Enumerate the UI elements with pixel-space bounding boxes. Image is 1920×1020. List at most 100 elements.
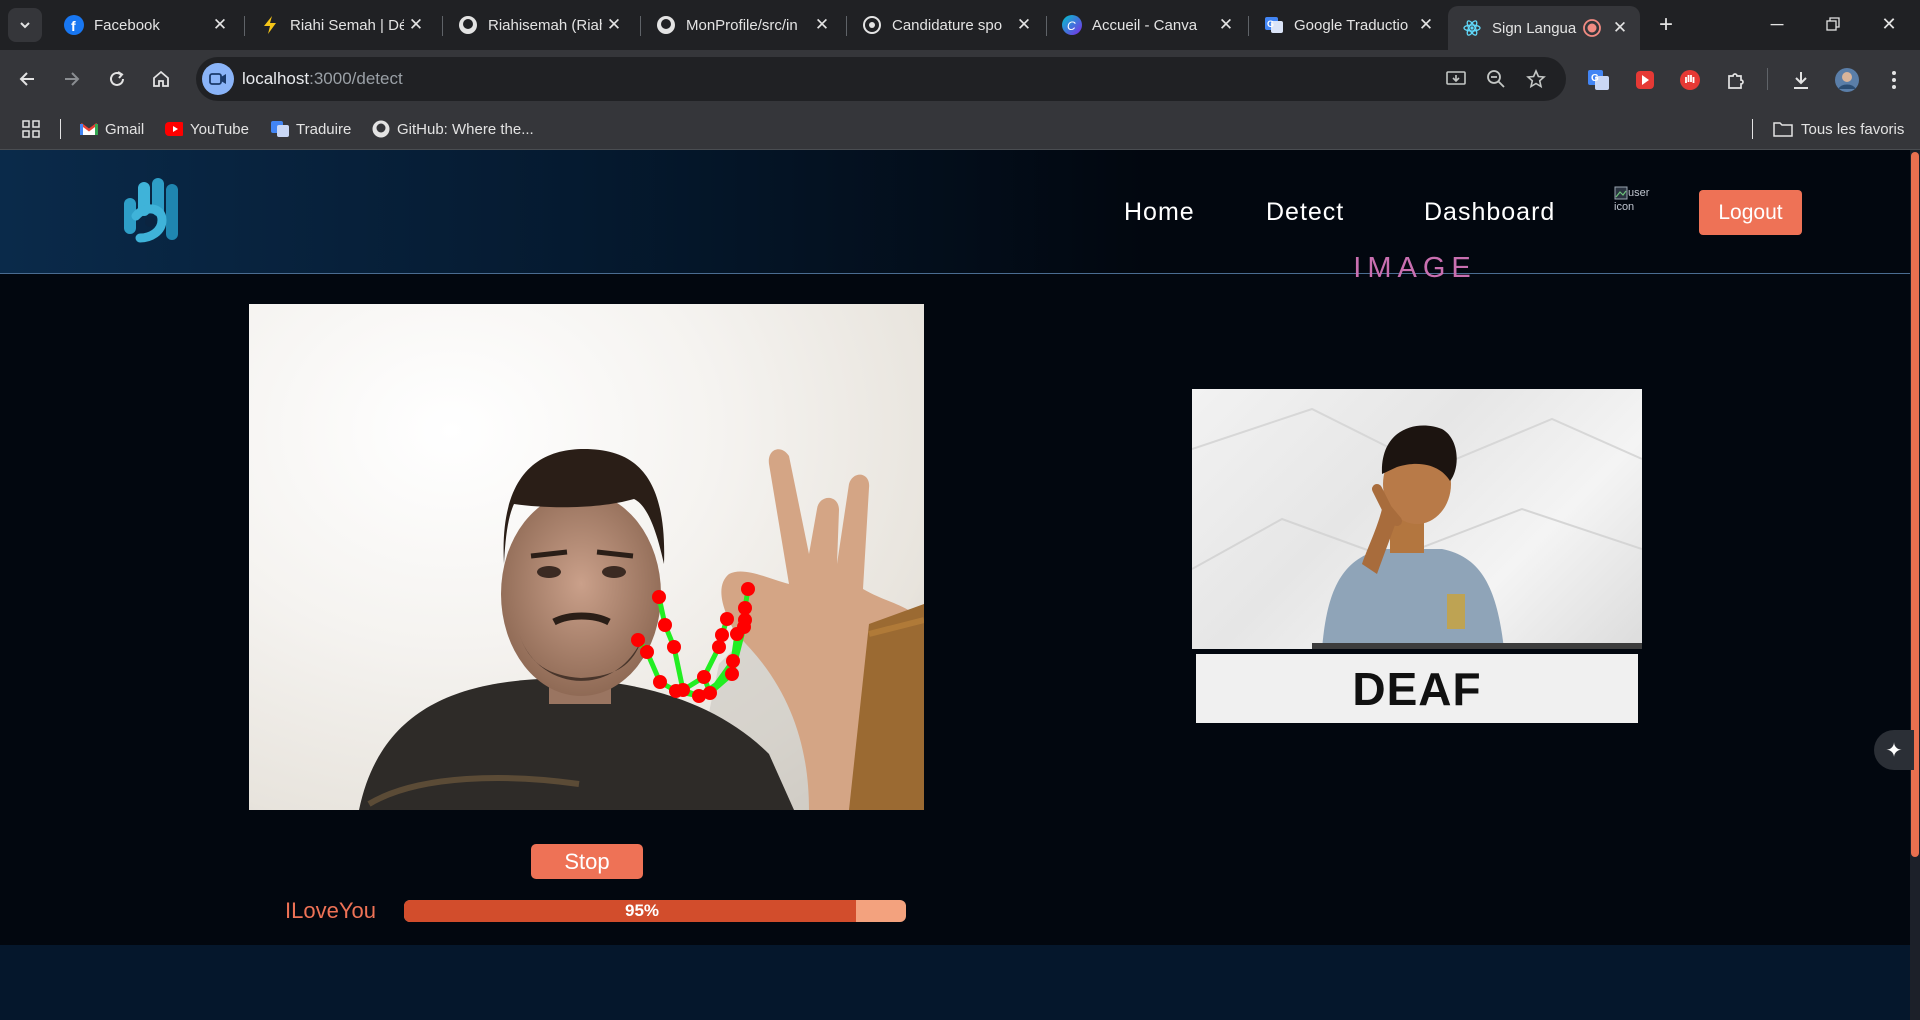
tab-candidature[interactable]: Candidature spo ✕ (848, 6, 1044, 44)
all-bookmarks-label: Tous les favoris (1801, 120, 1905, 138)
tab-google-translate[interactable]: G Google Traductio ✕ (1250, 6, 1446, 44)
bookmark-youtube[interactable]: YouTube (165, 117, 249, 141)
react-icon (1462, 18, 1482, 38)
browser-toolbar: localhost:3000/detect G (0, 50, 1920, 108)
tab-facebook[interactable]: f Facebook ✕ (50, 6, 240, 44)
chevron-down-icon (20, 22, 30, 29)
google-translate-icon (271, 120, 289, 138)
bookmark-label: Traduire (296, 120, 352, 138)
all-bookmarks-button[interactable]: Tous les favoris (1772, 117, 1904, 141)
address-bar[interactable]: localhost:3000/detect (196, 57, 1566, 101)
google-translate-extension-icon[interactable]: G (1585, 66, 1613, 94)
reload-button[interactable] (100, 62, 134, 96)
url-text[interactable]: localhost:3000/detect (242, 69, 403, 89)
tab-canva[interactable]: C Accueil - Canva ✕ (1048, 6, 1246, 44)
hand-extension-icon[interactable] (1676, 66, 1704, 94)
bookmark-traduire[interactable]: Traduire (271, 117, 351, 141)
back-button[interactable] (10, 62, 44, 96)
tab-divider (846, 16, 847, 36)
tab-search-button[interactable] (8, 8, 42, 42)
youtube-icon (165, 120, 183, 138)
tab-title: Sign Langua (1492, 19, 1577, 37)
facebook-icon: f (64, 15, 84, 35)
hand-landmark-point (725, 667, 739, 681)
hand-landmark-point (712, 640, 726, 654)
close-tab-icon[interactable]: ✕ (1214, 13, 1238, 37)
bookmark-star-icon[interactable] (1524, 67, 1548, 91)
install-app-icon[interactable] (1444, 67, 1468, 91)
hand-landmark-point (703, 686, 717, 700)
tab-divider (244, 16, 245, 36)
restore-button[interactable] (1810, 8, 1856, 40)
stop-button[interactable]: Stop (531, 844, 643, 879)
svg-text:C: C (1067, 19, 1076, 33)
tab-github-repo[interactable]: MonProfile/src/in ✕ (642, 6, 842, 44)
svg-text:G: G (1591, 73, 1599, 84)
hand-logo-icon[interactable] (122, 176, 188, 246)
user-avatar[interactable]: user icon (1614, 186, 1670, 226)
zoom-icon[interactable] (1484, 67, 1508, 91)
openai-icon (862, 15, 882, 35)
tab-title: Riahisemah (Riah (488, 16, 602, 34)
close-tab-icon[interactable]: ✕ (404, 13, 428, 37)
hand-landmark-point (658, 618, 672, 632)
svg-text:G: G (1267, 19, 1274, 29)
menu-kebab-icon[interactable] (1880, 66, 1908, 94)
bookmark-github[interactable]: GitHub: Where the... (372, 117, 534, 141)
broken-image-icon (1614, 186, 1628, 200)
logout-button[interactable]: Logout (1699, 190, 1802, 235)
nav-dashboard[interactable]: Dashboard (1424, 198, 1555, 227)
hand-landmark-point (741, 582, 755, 596)
hand-landmark-point (667, 640, 681, 654)
forward-button[interactable] (55, 62, 89, 96)
apps-grid-button[interactable] (22, 117, 40, 141)
tab-portfolio[interactable]: Riahi Semah | Dé ✕ (246, 6, 436, 44)
hand-landmark-point (652, 590, 666, 604)
canva-icon: C (1062, 15, 1082, 35)
tab-github-profile[interactable]: Riahisemah (Riah ✕ (444, 6, 634, 44)
prediction-label: ILoveYou (285, 898, 376, 923)
camera-in-use-icon[interactable] (202, 63, 234, 95)
bookmark-label: YouTube (190, 120, 249, 138)
tab-title: Facebook (94, 16, 160, 34)
home-button[interactable] (144, 62, 178, 96)
close-tab-icon[interactable]: ✕ (810, 13, 834, 37)
close-tab-icon[interactable]: ✕ (1012, 13, 1036, 37)
tab-divider (1248, 16, 1249, 36)
hand-landmark-point (653, 675, 667, 689)
url-host: localhost (242, 69, 310, 88)
profile-avatar[interactable] (1833, 66, 1861, 94)
extensions-puzzle-icon[interactable] (1722, 66, 1750, 94)
new-tab-button[interactable]: + (1651, 10, 1681, 40)
close-tab-icon[interactable]: ✕ (208, 13, 232, 37)
hand-landmark-point (738, 601, 752, 615)
download-icon[interactable] (1787, 66, 1815, 94)
bookmark-label: GitHub: Where the... (397, 120, 534, 138)
tab-divider (442, 16, 443, 36)
minimize-button[interactable]: ─ (1754, 8, 1800, 40)
google-translate-icon: G (1264, 15, 1284, 35)
nav-home[interactable]: Home (1124, 198, 1195, 227)
close-tab-icon[interactable]: ✕ (1608, 16, 1632, 40)
close-tab-icon[interactable]: ✕ (602, 13, 626, 37)
ai-assistant-sparkle-icon[interactable]: ✦ (1874, 730, 1914, 770)
tab-title: Riahi Semah | Dé (290, 16, 404, 34)
hand-landmark-point (726, 654, 740, 668)
forward-arrow-icon (65, 72, 80, 86)
tab-title: Candidature spo (892, 16, 1003, 34)
tab-title: Accueil - Canva (1092, 16, 1198, 34)
page-content: Home Detect Dashboard user icon Logout S… (0, 150, 1910, 1020)
tab-sign-language[interactable]: Sign Langua ✕ (1448, 6, 1640, 50)
confidence-text: 95% (624, 901, 660, 920)
close-window-button[interactable]: ✕ (1866, 8, 1912, 40)
video-extension-icon[interactable] (1631, 66, 1659, 94)
close-tab-icon[interactable]: ✕ (1414, 13, 1438, 37)
github-icon (656, 15, 676, 35)
gmail-icon (80, 120, 98, 138)
recording-icon (1582, 18, 1602, 38)
hand-landmark-point (737, 620, 751, 634)
reference-image-title: IMAGE (1353, 252, 1477, 284)
hand-landmark-point (715, 628, 729, 642)
nav-detect[interactable]: Detect (1266, 198, 1344, 227)
bookmark-gmail[interactable]: Gmail (80, 117, 144, 141)
